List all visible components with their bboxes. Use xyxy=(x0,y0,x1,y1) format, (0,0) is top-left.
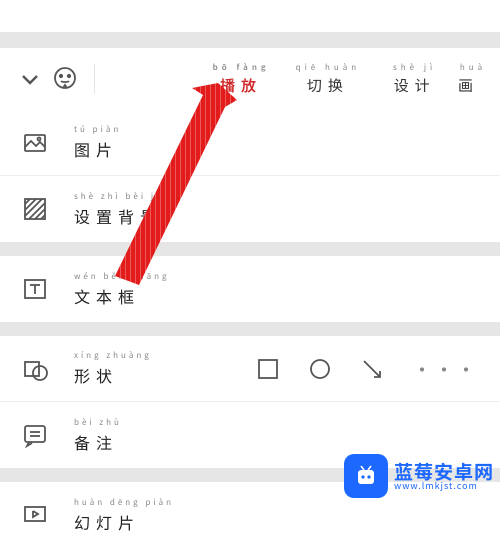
preview-gap xyxy=(0,32,500,48)
more-icon[interactable]: ••• xyxy=(412,354,478,383)
menu-row-background[interactable]: shè zhì bèi jǐng设置背景 xyxy=(0,176,500,242)
list-divider xyxy=(0,322,500,336)
menu-row-label: bèi zhù备注 xyxy=(74,417,122,454)
toolbar: bō fàng播放qiē huàn切换shè jì设计huà画 xyxy=(0,48,500,110)
menu-row-label: wén běn kuāng文本框 xyxy=(74,271,170,308)
image-icon xyxy=(22,130,48,156)
arrow-shape-icon[interactable] xyxy=(360,357,384,381)
menu-row-label: xíng zhuàng形状 xyxy=(74,350,152,387)
watermark-badge-icon xyxy=(344,454,388,498)
slide-preview xyxy=(0,0,500,32)
menu-row-shape[interactable]: xíng zhuàng形状 ••• xyxy=(0,336,500,402)
watermark: 蓝莓安卓网 www.lmkjst.com xyxy=(344,454,494,498)
toolbar-tab-2[interactable]: qiē huàn切换 xyxy=(285,62,372,96)
chevron-down-icon[interactable] xyxy=(18,67,42,91)
toolbar-tab-3[interactable]: shè jì设计 xyxy=(371,62,458,96)
toolbar-tab-1[interactable]: bō fàng播放 xyxy=(198,62,285,96)
shape-icon xyxy=(22,356,48,382)
background-icon xyxy=(22,196,48,222)
emoji-icon[interactable] xyxy=(52,66,78,92)
toolbar-separator xyxy=(94,64,95,94)
square-icon[interactable] xyxy=(256,357,280,381)
menu-row-label: tú piàn图片 xyxy=(74,124,121,161)
list-divider xyxy=(0,242,500,256)
textbox-icon xyxy=(22,276,48,302)
toolbar-tab-0[interactable] xyxy=(111,68,198,91)
menu-row-image[interactable]: tú piàn图片 xyxy=(0,110,500,176)
toolbar-tab-4[interactable]: huà画 xyxy=(458,62,488,96)
menu-row-label: huàn dēng piàn幻灯片 xyxy=(74,497,174,534)
slideshow-icon xyxy=(22,502,48,528)
watermark-url: www.lmkjst.com xyxy=(394,481,494,490)
note-icon xyxy=(22,422,48,448)
menu-row-label: shè zhì bèi jǐng设置背景 xyxy=(74,191,177,228)
circle-icon[interactable] xyxy=(308,357,332,381)
menu-row-textbox[interactable]: wén běn kuāng文本框 xyxy=(0,256,500,322)
